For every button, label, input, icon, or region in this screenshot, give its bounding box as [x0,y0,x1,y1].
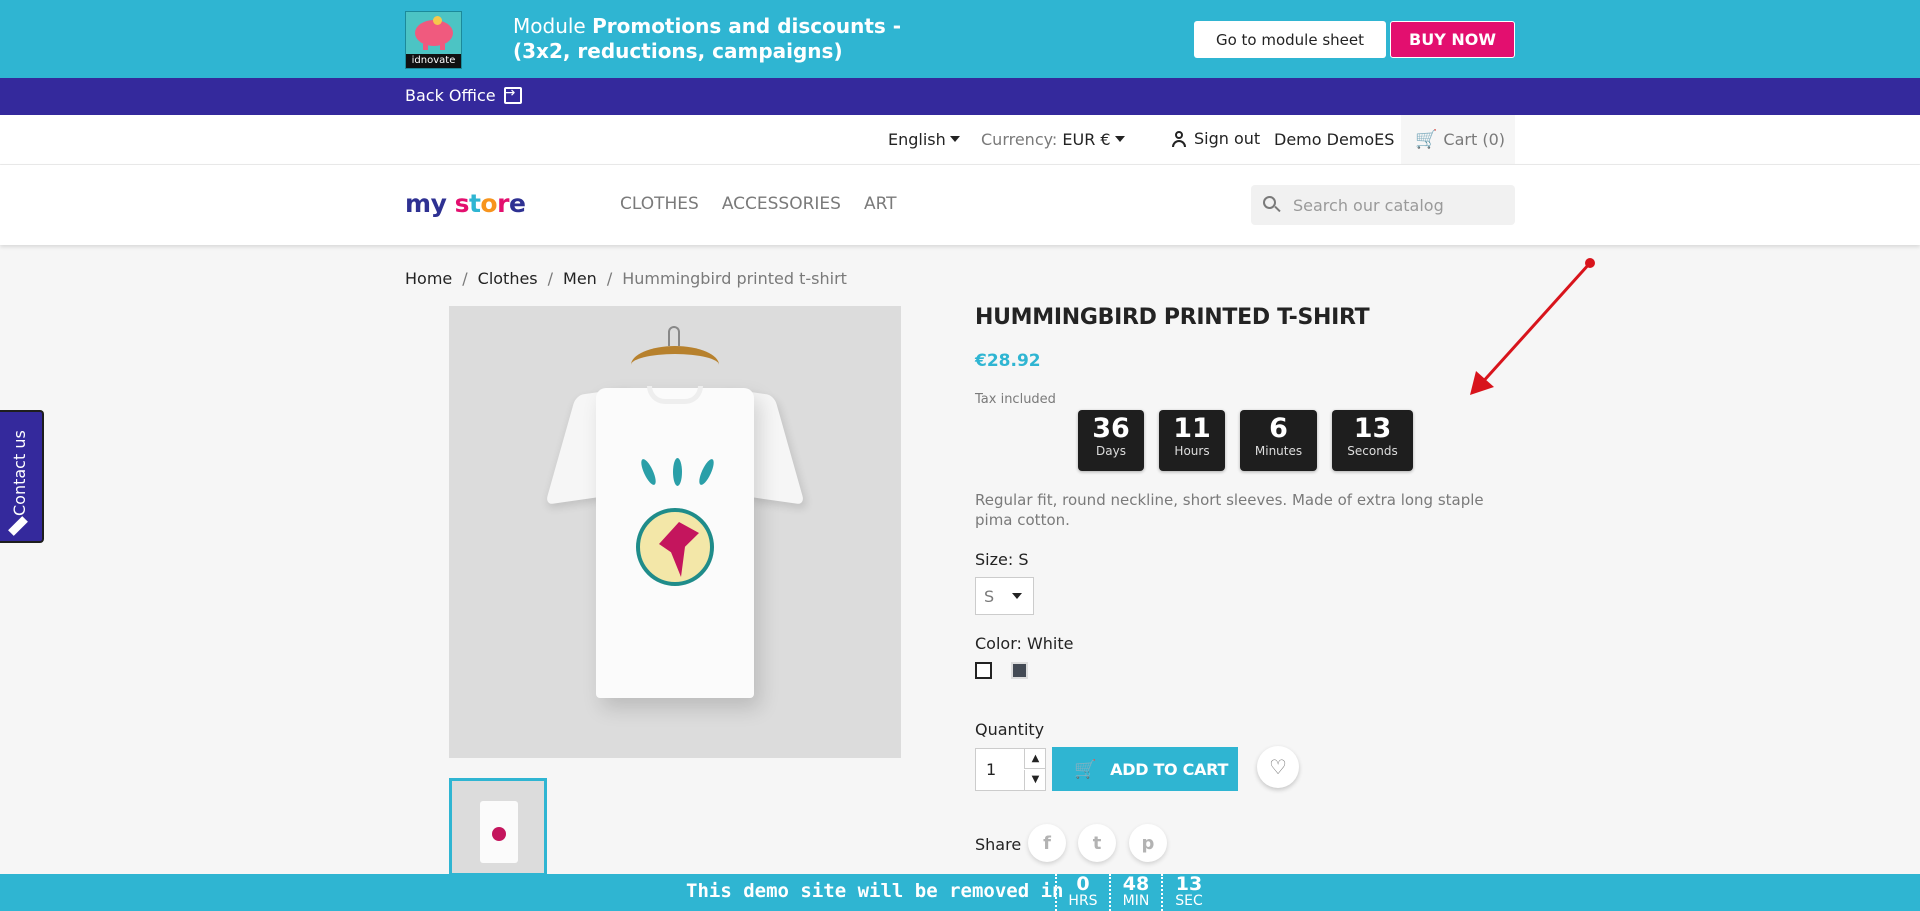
user-icon [1170,130,1188,148]
cart-link[interactable]: 🛒 Cart (0) [1401,115,1515,164]
buy-now-button[interactable]: BUY NOW [1390,21,1515,58]
promo-title: Module Promotions and discounts - (3x2, … [513,14,902,63]
quantity-label: Quantity [975,720,1045,739]
breadcrumb-current: Hummingbird printed t-shirt [622,269,847,288]
coin-icon [433,16,442,25]
countdown-hours: 11 Hours [1159,410,1225,471]
menu-item-clothes[interactable]: CLOTHES [620,194,699,214]
product-thumbnail[interactable] [449,778,547,876]
breadcrumb-home[interactable]: Home [405,269,452,288]
color-swatch-white[interactable] [975,662,992,679]
sign-out-link[interactable]: Sign out [1170,129,1260,148]
product-title: HUMMINGBIRD PRINTED T-SHIRT [975,305,1370,330]
cart-icon: 🛒 [1415,129,1438,150]
share-label: Share [975,835,1022,854]
back-office-bar: Back Office [0,78,1920,115]
header-top: English Currency: EUR € Sign out Demo De… [0,115,1920,165]
pencil-icon [8,516,28,536]
currency-selector[interactable]: Currency: EUR € [981,130,1125,149]
chevron-up-icon[interactable]: ▲ [1024,749,1046,769]
demo-countdown-seconds: 13 SEC [1161,874,1215,911]
countdown-minutes: 6 Minutes [1240,410,1317,471]
contact-us-tab[interactable]: Contact us [0,410,44,543]
product-price: €28.92 [975,351,1041,371]
breadcrumb: Home / Clothes / Men / Hummingbird print… [405,269,847,288]
module-sheet-button[interactable]: Go to module sheet [1194,21,1386,58]
demo-notice-text: This demo site will be removed in [686,880,1064,902]
product-main-image[interactable] [449,306,901,758]
breadcrumb-clothes[interactable]: Clothes [478,269,538,288]
language-selector[interactable]: English [888,130,960,149]
quantity-stepper: ▲ ▼ [975,748,1046,791]
add-to-cart-button[interactable]: 🛒 ADD TO CART [1052,747,1238,791]
menu-item-accessories[interactable]: ACCESSORIES [722,194,841,214]
tax-note: Tax included [975,392,1056,407]
exit-icon [503,85,522,104]
search-box [1251,185,1515,225]
main-menu: CLOTHES ACCESSORIES ART [620,194,897,214]
demo-countdown-hours: 0 HRS [1055,874,1109,911]
facebook-icon[interactable]: f [1028,824,1066,862]
size-label: Size: S [975,550,1029,569]
countdown-days: 36 Days [1078,410,1144,471]
logo-text: idnovate [406,54,461,68]
chevron-down-icon[interactable]: ▼ [1024,770,1046,790]
demo-notice-bar: This demo site will be removed in 0 HRS … [0,874,1920,911]
pinterest-icon[interactable]: p [1129,824,1167,862]
caret-down-icon [1114,136,1125,142]
cart-icon: 🛒 [1074,758,1097,780]
search-input[interactable] [1293,195,1503,215]
store-logo[interactable]: my store [405,189,526,218]
size-select[interactable]: S [975,577,1034,615]
quantity-input[interactable] [976,749,1024,790]
header-main: my store CLOTHES ACCESSORIES ART [0,165,1920,245]
product-description: Regular fit, round neckline, short sleev… [975,491,1484,529]
caret-down-icon [949,136,960,142]
promo-countdown: 36 Days 11 Hours 6 Minutes 13 Seconds [1078,410,1413,471]
back-office-link[interactable]: Back Office [405,85,522,105]
demo-countdown-minutes: 48 MIN [1109,874,1161,911]
annotation-arrow [1470,258,1595,395]
search-icon[interactable] [1263,196,1281,214]
countdown-seconds: 13 Seconds [1332,410,1413,471]
promo-banner: idnovate Module Promotions and discounts… [0,0,1920,78]
twitter-icon[interactable]: t [1078,824,1116,862]
caret-down-icon [1012,593,1023,599]
breadcrumb-men[interactable]: Men [563,269,597,288]
color-swatch-grey[interactable] [1011,662,1028,679]
wishlist-heart-icon[interactable]: ♡ [1257,746,1299,788]
account-link[interactable]: Demo DemoES [1274,130,1394,149]
menu-item-art[interactable]: ART [864,194,897,214]
color-label: Color: White [975,634,1074,653]
module-logo[interactable]: idnovate [405,11,462,69]
